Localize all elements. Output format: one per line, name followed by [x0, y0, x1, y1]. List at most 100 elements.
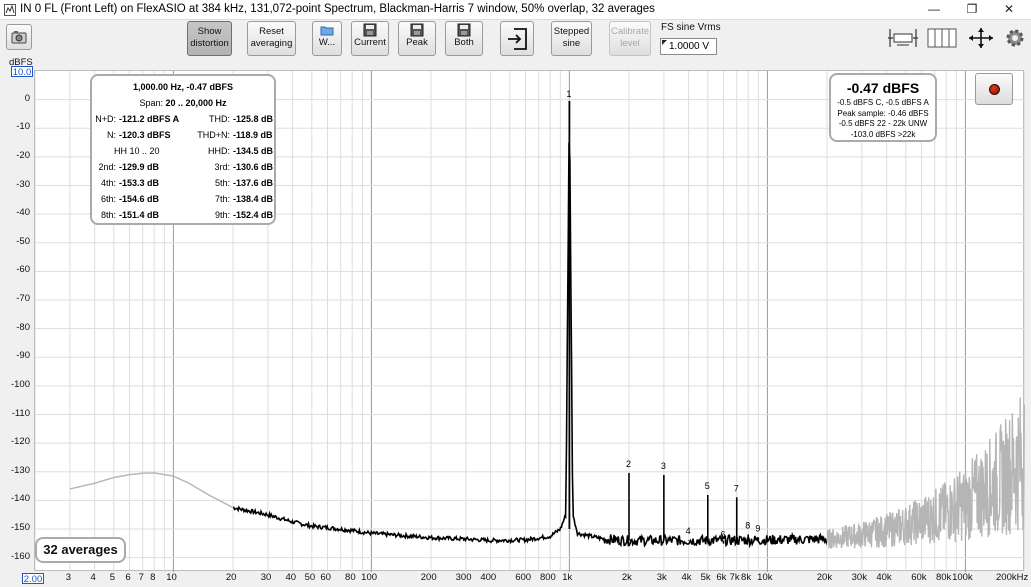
spectrum-trace-out-of-band-high: [826, 397, 1026, 549]
x-tick-label: 30: [260, 572, 272, 583]
stat-value: -138.4 dB: [233, 194, 274, 204]
show-distortion-button[interactable]: Show distortion: [187, 21, 232, 56]
w-button[interactable]: W...: [312, 21, 342, 56]
gear-icon[interactable]: [1005, 28, 1025, 48]
dropdown-corner-icon: [662, 40, 667, 45]
x-tick-label: 400: [480, 572, 497, 583]
harmonic-label: 3: [661, 461, 666, 471]
save-both-button[interactable]: Both: [445, 21, 483, 56]
record-icon: [989, 84, 1000, 95]
y-tick-label: -150: [10, 522, 30, 534]
stat-label: 7th:: [214, 194, 230, 204]
show-distortion-label-2: distortion: [190, 38, 229, 49]
x-tick-label: 5: [109, 572, 115, 583]
calibrate-level-button[interactable]: Calibrate level: [609, 21, 651, 56]
hh-range-label: HH 10 .. 20: [114, 146, 160, 156]
harmonic-label: 4: [686, 526, 691, 536]
x-tick-label: 20k: [816, 572, 833, 583]
calibrate-level-label-1: Calibrate: [610, 26, 650, 37]
y-tick-label: -50: [16, 235, 30, 247]
fs-sine-label: FS sine Vrms: [661, 22, 721, 33]
x-tick-label: 40k: [876, 572, 892, 583]
stat-value: -151.4 dB: [119, 210, 160, 220]
span-label: Span:: [139, 98, 163, 108]
x-tick-label: 100: [361, 572, 378, 583]
y-tick-label: 0: [24, 92, 30, 104]
x-tick-label: 60k: [911, 572, 927, 583]
x-tick-label: 40: [285, 572, 297, 583]
peak-label: 1: [566, 89, 571, 99]
stat-label: 9th:: [214, 210, 230, 220]
y-tick-label: -130: [10, 464, 30, 476]
fs-sine-input[interactable]: 1.0000 V: [660, 38, 717, 55]
stat-label: 5th:: [214, 178, 230, 188]
y-tick-label: -80: [16, 321, 30, 333]
reset-averaging-button[interactable]: Reset averaging: [247, 21, 296, 56]
stat-value: -137.6 dB: [233, 178, 274, 188]
stat-label: 3rd:: [214, 162, 230, 172]
stat-value: -154.6 dB: [119, 194, 160, 204]
save-icon: [457, 23, 471, 37]
x-tick-label: 800: [539, 572, 556, 583]
level-line-1: -0.5 dBFS C, -0.5 dBFS A: [837, 98, 929, 107]
move-arrows-icon[interactable]: [966, 27, 996, 49]
level-line-2: Peak sample: -0.46 dBFS: [837, 108, 929, 118]
show-distortion-label-1: Show: [197, 26, 222, 37]
close-button[interactable]: ✕: [990, 0, 1028, 20]
x-tick-label: 7k: [729, 572, 740, 583]
x-tick-label: 2k: [621, 572, 632, 583]
span-value: 20 .. 20,000 Hz: [165, 98, 227, 108]
stat-value: -120.3 dBFS: [119, 130, 171, 140]
stepped-sine-button[interactable]: Stepped sine: [551, 21, 592, 56]
x-min-field[interactable]: 2.00: [22, 573, 44, 585]
w-button-label: W...: [318, 37, 336, 48]
x-tick-label: 10: [166, 572, 177, 583]
y-tick-label: -70: [16, 293, 30, 305]
y-tick-label: -160: [10, 550, 30, 562]
stat-label: 2nd:: [98, 162, 116, 172]
x-tick-label: 50: [304, 572, 316, 583]
level-main: -0.47 dBFS: [846, 80, 920, 96]
level-line-3: -0.5 dBFS 22 - 22k UNW: [838, 119, 928, 128]
restore-button[interactable]: ❐: [953, 0, 991, 20]
axis-limits-icon[interactable]: [887, 27, 919, 49]
save-current-label: Current: [354, 37, 386, 48]
stat-label: 4th:: [100, 178, 116, 188]
x-tick-label: 5k: [700, 572, 711, 583]
stat-label: N:: [107, 130, 116, 140]
minimize-button[interactable]: —: [915, 0, 953, 20]
window-title: IN 0 FL (Front Left) on FlexASIO at 384 …: [20, 3, 655, 15]
y-tick-label: -120: [10, 436, 30, 448]
x-tick-label: 8: [150, 572, 156, 583]
stat-value: -134.5 dB: [233, 146, 274, 156]
export-button[interactable]: [500, 21, 534, 56]
distortion-stats-panel: 1,000.00 Hz, -0.47 dBFS Span: 20 .. 20,0…: [90, 74, 276, 225]
app-icon: [4, 4, 16, 16]
capture-button[interactable]: [6, 24, 32, 50]
x-tick-label: 200kHz: [996, 572, 1029, 583]
y-tick-label: -110: [11, 407, 30, 419]
y-tick-label: -20: [16, 149, 30, 161]
save-current-button[interactable]: Current: [351, 21, 389, 56]
x-tick-label: 4k: [681, 572, 692, 583]
harmonic-label: 9: [755, 523, 760, 533]
stat-label: HHD:: [208, 146, 230, 156]
stepped-sine-label-2: sine: [562, 38, 581, 49]
y-tick-label: -100: [10, 378, 30, 390]
camera-icon: [11, 31, 27, 44]
record-button[interactable]: [975, 73, 1013, 105]
stats-header: 1,000.00 Hz, -0.47 dBFS: [132, 82, 234, 92]
stat-value: -130.6 dB: [233, 162, 274, 172]
y-max-field[interactable]: 10.0: [11, 66, 33, 78]
harmonic-label: 8: [745, 520, 750, 530]
y-tick-label: -140: [10, 493, 30, 505]
grid-layout-icon[interactable]: [927, 27, 957, 49]
title-bar: IN 0 FL (Front Left) on FlexASIO at 384 …: [0, 0, 1031, 20]
x-tick-label: 300: [455, 572, 472, 583]
x-tick-label: 100k: [952, 572, 973, 583]
x-tick-label: 30k: [851, 572, 867, 583]
x-tick-label: 6k: [716, 572, 727, 583]
save-peak-button[interactable]: Peak: [398, 21, 436, 56]
x-tick-label: 80k: [935, 572, 952, 583]
x-tick-label: 3k: [656, 572, 667, 583]
